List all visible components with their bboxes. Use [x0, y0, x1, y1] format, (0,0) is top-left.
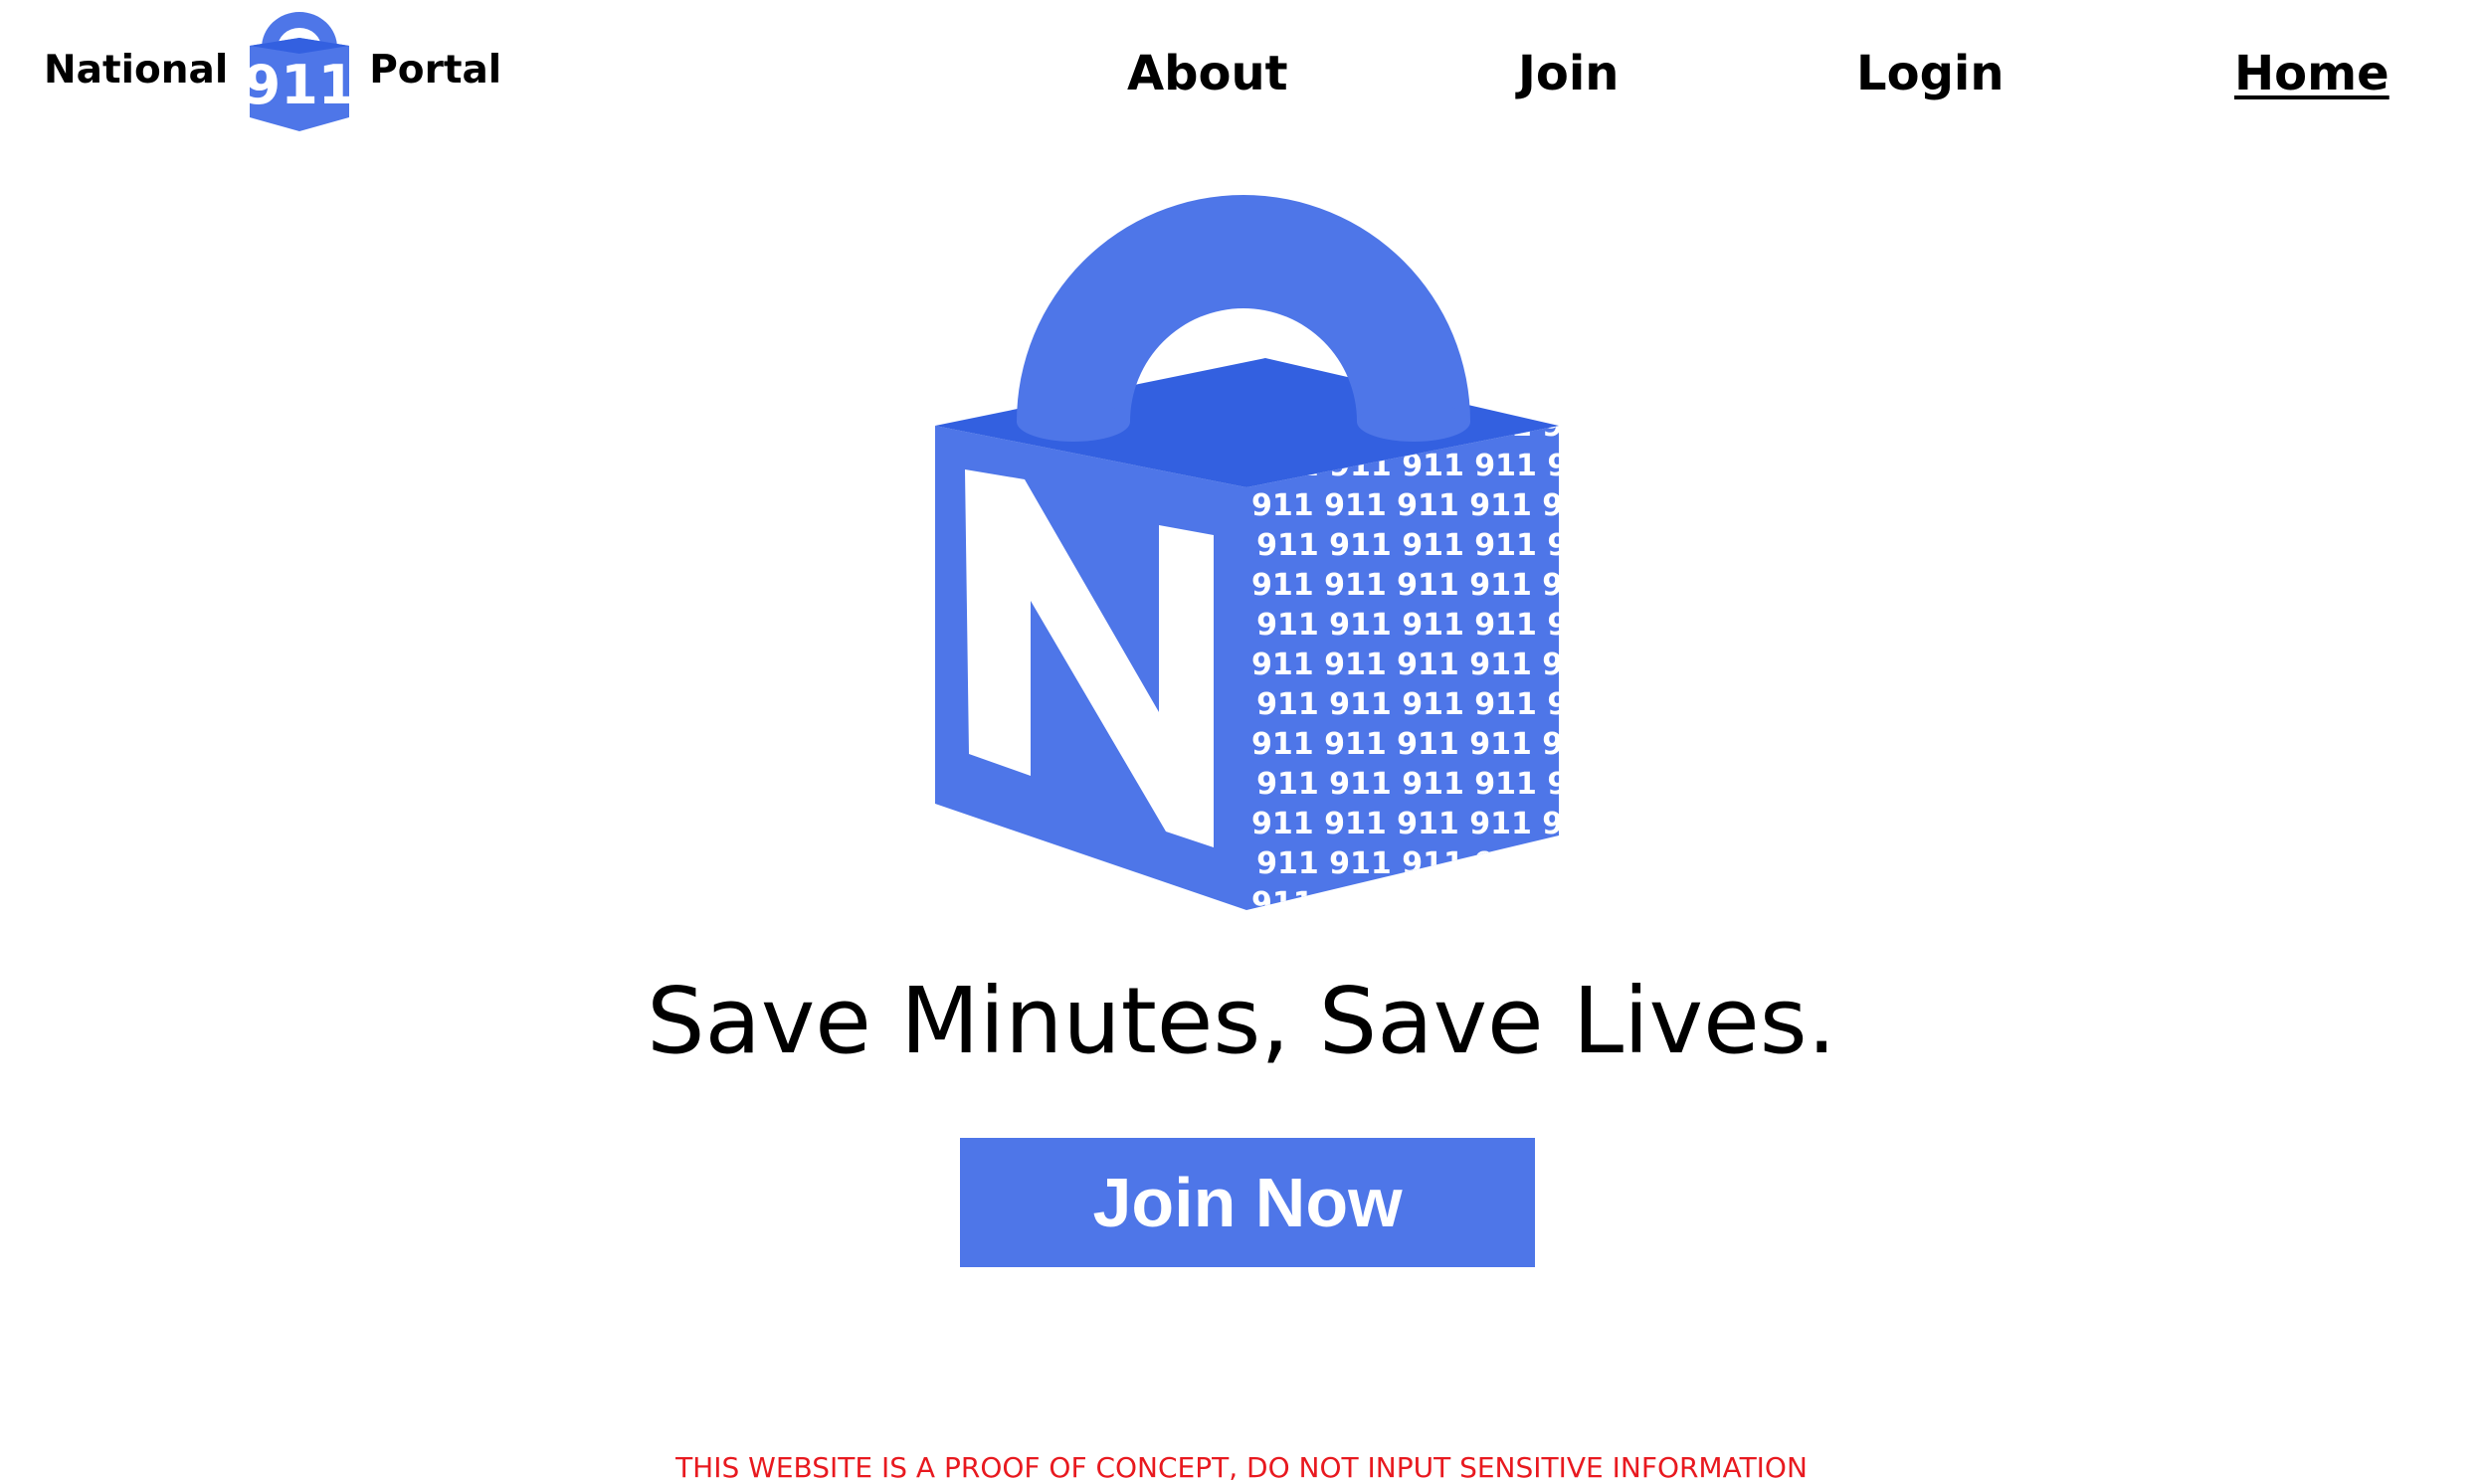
nav-link-login[interactable]: Login: [1856, 50, 2005, 97]
hero-tagline: Save Minutes, Save Lives.: [647, 968, 1836, 1074]
padlock-cube-n-icon: 911 911 911 911 911 911 911 911911 911 9…: [935, 195, 1559, 910]
brand-logo-number: 911: [244, 54, 355, 116]
padlock-911-icon: 911: [244, 12, 355, 131]
brand-home-link[interactable]: National 911 Portal: [44, 8, 501, 131]
nav-link-home[interactable]: Home: [2234, 50, 2389, 97]
nav-link-about[interactable]: About: [1127, 50, 1288, 97]
proof-of-concept-disclaimer: THIS WEBSITE IS A PROOF OF CONCEPT, DO N…: [675, 1451, 1808, 1484]
brand-name-portal: Portal: [369, 47, 502, 93]
nav-link-join[interactable]: Join: [1518, 50, 1619, 97]
brand-name-national: National: [44, 47, 229, 93]
join-now-button[interactable]: Join Now: [960, 1138, 1535, 1267]
